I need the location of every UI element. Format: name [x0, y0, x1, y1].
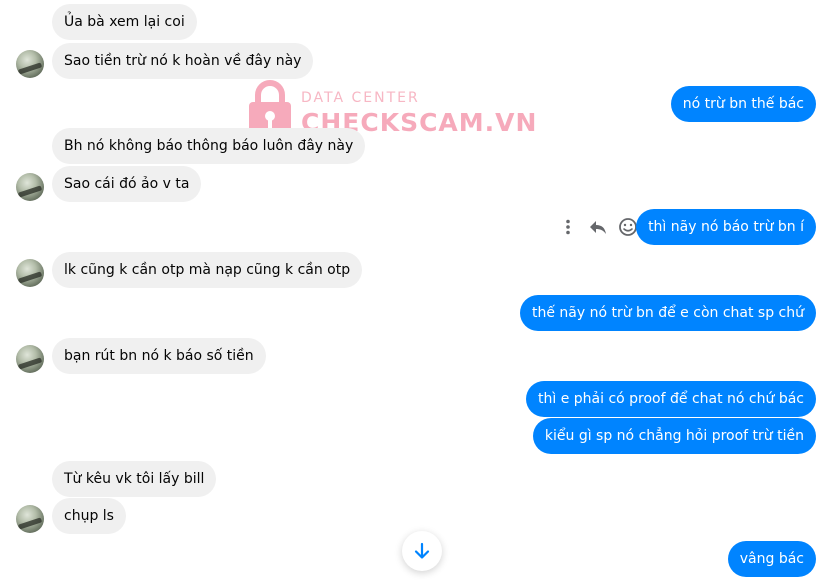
- message-outgoing[interactable]: vâng bác: [727, 541, 816, 577]
- message-incoming[interactable]: Sao cái đó ảo v ta: [52, 166, 202, 202]
- avatar[interactable]: [16, 345, 44, 373]
- scroll-to-bottom-button[interactable]: [402, 531, 442, 571]
- watermark-line1: DATA CENTER: [301, 90, 420, 106]
- message-incoming[interactable]: Từ kêu vk tôi lấy bill: [52, 461, 217, 497]
- message-actions: [558, 213, 638, 241]
- avatar[interactable]: [16, 505, 44, 533]
- arrow-down-icon: [414, 542, 430, 559]
- avatar[interactable]: [16, 259, 44, 287]
- chat-thread[interactable]: DATA CENTER CHECKSCAM.VN Ủa bà xem lại c…: [0, 0, 825, 580]
- message-incoming[interactable]: bạn rút bn nó k báo số tiền: [52, 338, 266, 374]
- message-outgoing[interactable]: nó trừ bn thế bác: [670, 86, 816, 122]
- message-incoming[interactable]: Bh nó không báo thông báo luôn đây này: [52, 128, 366, 164]
- message-outgoing[interactable]: kiểu gì sp nó chẳng hỏi proof trừ tiền: [532, 418, 816, 454]
- more-options-icon[interactable]: [558, 217, 578, 237]
- message-incoming[interactable]: Ủa bà xem lại coi: [52, 4, 197, 40]
- message-outgoing[interactable]: thế nãy nó trừ bn để e còn chat sp chứ: [519, 295, 816, 331]
- react-icon[interactable]: [618, 217, 638, 237]
- message-outgoing[interactable]: thì e phải có proof để chat nó chứ bác: [526, 381, 816, 417]
- message-outgoing[interactable]: thì nãy nó báo trừ bn í: [636, 209, 816, 245]
- avatar[interactable]: [16, 173, 44, 201]
- avatar[interactable]: [16, 50, 44, 78]
- message-incoming[interactable]: chụp ls: [52, 498, 126, 534]
- message-incoming[interactable]: lk cũng k cần otp mà nạp cũng k cần otp: [52, 252, 363, 288]
- message-incoming[interactable]: Sao tiền trừ nó k hoàn về đây này: [52, 43, 314, 79]
- reply-icon[interactable]: [588, 217, 608, 237]
